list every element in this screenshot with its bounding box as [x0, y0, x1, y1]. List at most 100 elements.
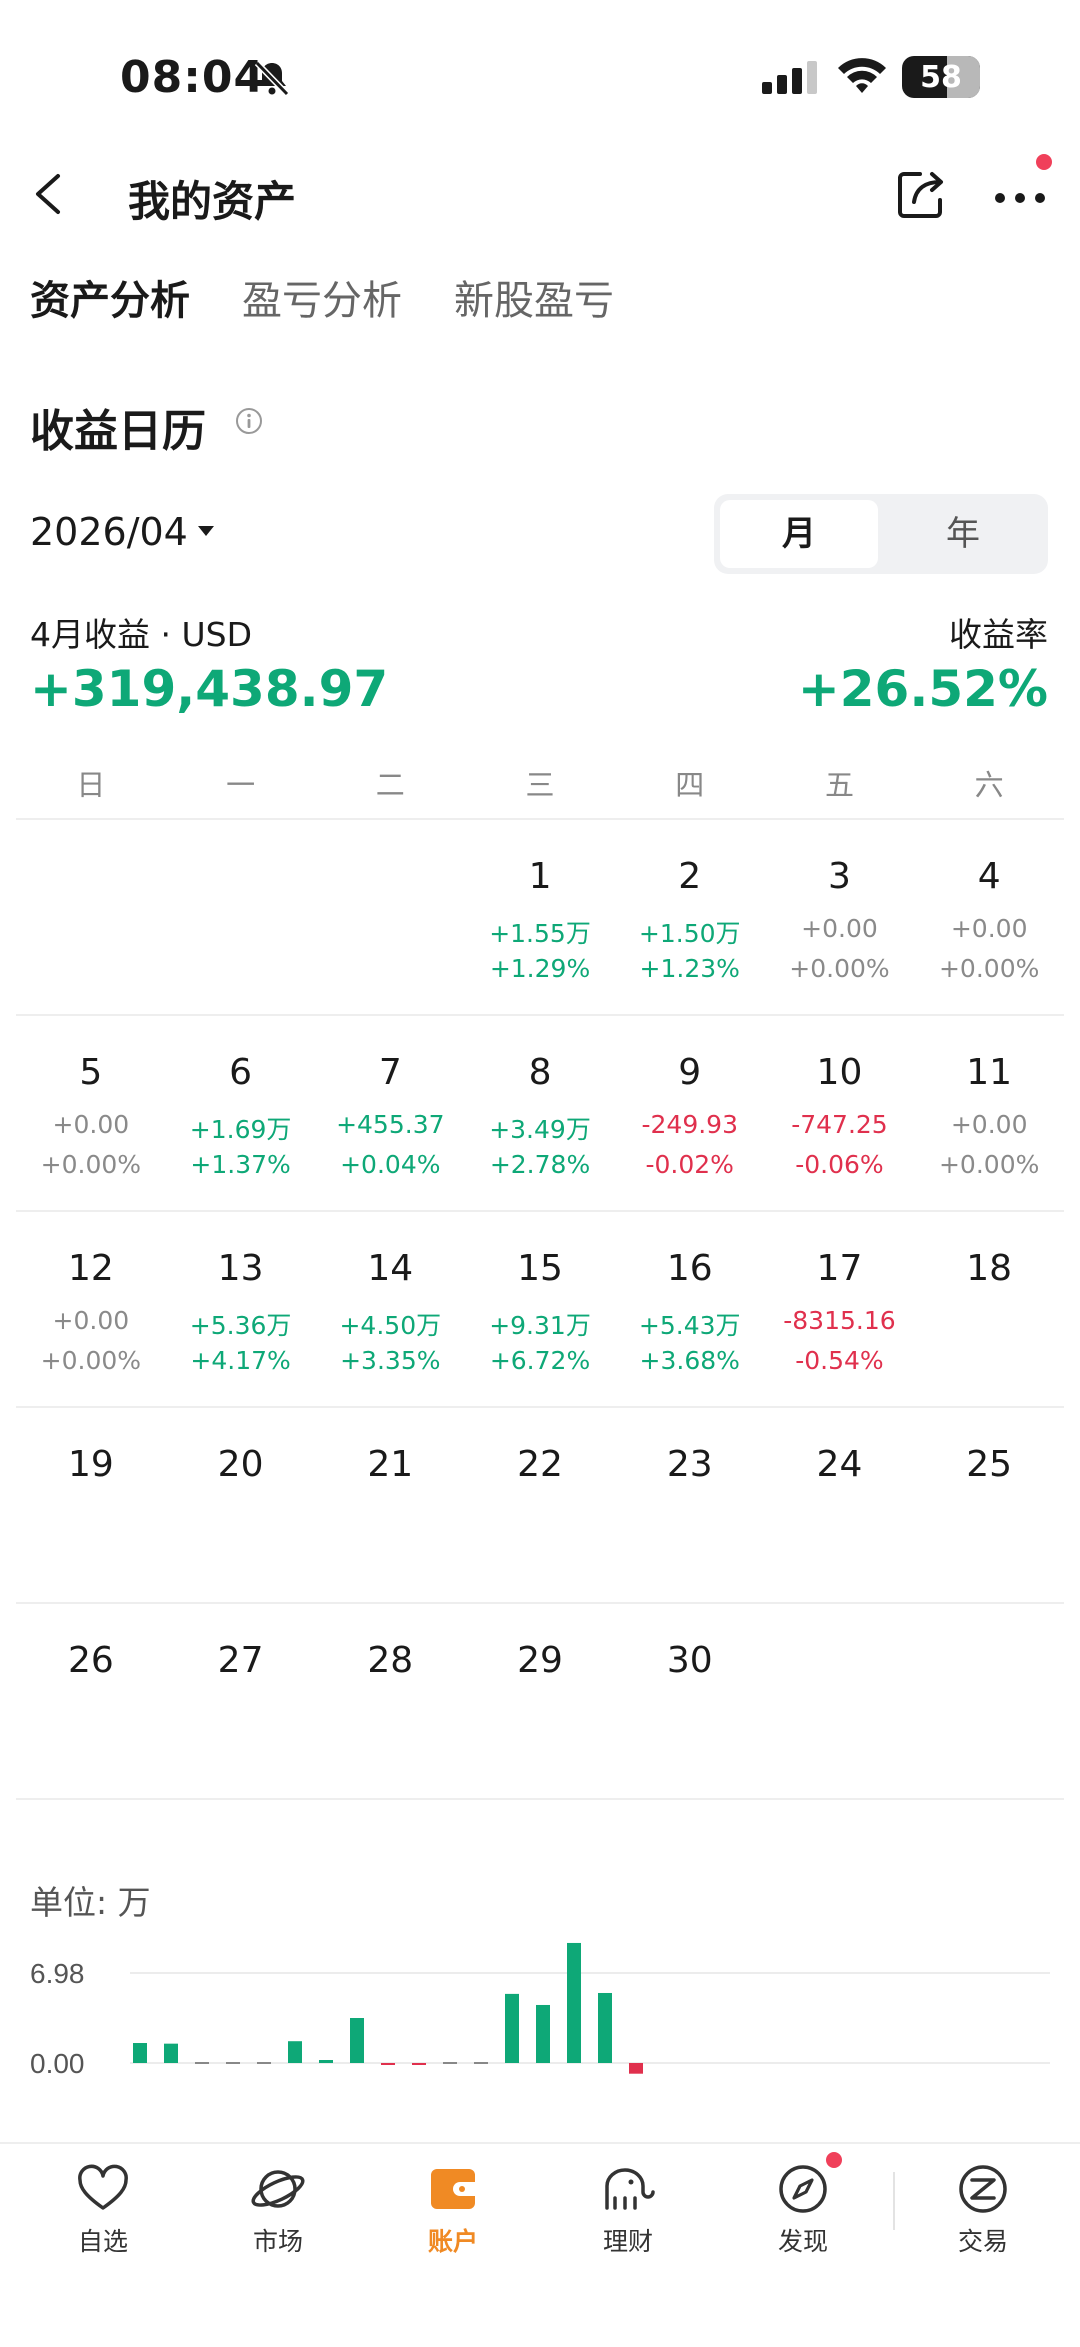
- date-selector[interactable]: 2026/04: [30, 510, 214, 554]
- calendar-day-cell[interactable]: 23: [615, 1406, 765, 1602]
- monthly-profit-label: 4月收益 · USD: [30, 615, 252, 654]
- calendar-day-number: 1: [528, 856, 552, 897]
- calendar-day-rate: +1.29%: [489, 954, 591, 983]
- calendar-day-profit: [914, 1698, 1064, 1728]
- calendar-day-rate: +0.00%: [938, 954, 1040, 983]
- calendar-day-cell[interactable]: 15 +9.31万 +6.72%: [465, 1210, 615, 1406]
- weekday-label: 五: [824, 768, 854, 802]
- calendar-day-cell[interactable]: 13 +5.36万 +4.17%: [166, 1210, 316, 1406]
- calendar-day-rate: [166, 1738, 316, 1768]
- chart-bar: [288, 2041, 302, 2063]
- y-tick-label: 6.98: [30, 1958, 85, 1989]
- share-icon[interactable]: [892, 164, 952, 224]
- calendar-day-rate: +1.37%: [190, 1150, 291, 1179]
- calendar-day-cell[interactable]: 2 +1.50万 +1.23%: [615, 818, 765, 1014]
- calendar-day-cell[interactable]: 30: [615, 1602, 765, 1798]
- calendar-day-cell[interactable]: 22: [465, 1406, 615, 1602]
- calendar-day-profit: [315, 1698, 465, 1728]
- wifi-icon: [838, 58, 886, 93]
- calendar-day-cell[interactable]: 26: [16, 1602, 166, 1798]
- calendar-day-cell[interactable]: 10 -747.25 -0.06%: [765, 1014, 915, 1210]
- info-icon[interactable]: [234, 406, 264, 436]
- calendar-day-cell[interactable]: 16 +5.43万 +3.68%: [615, 1210, 765, 1406]
- calendar-day-rate: +0.00%: [938, 1150, 1040, 1179]
- tab-ipo-profit[interactable]: 新股盈亏: [454, 268, 614, 338]
- toggle-year[interactable]: 年: [884, 500, 1042, 568]
- chart-bar: [164, 2043, 178, 2063]
- calendar-day-cell[interactable]: 12 +0.00 +0.00%: [16, 1210, 166, 1406]
- monthly-profit-value: +319,438.97: [30, 660, 389, 718]
- calendar-day-cell[interactable]: 18: [914, 1210, 1064, 1406]
- calendar-day-number: 27: [217, 1640, 264, 1681]
- calendar-day-cell: [166, 818, 316, 1014]
- calendar-day-number: 13: [217, 1248, 264, 1289]
- signal-icon: [762, 61, 817, 94]
- nav-divider: [893, 2172, 895, 2230]
- toggle-month[interactable]: 月: [720, 500, 878, 568]
- chart-bar: [257, 2062, 271, 2064]
- calendar-day-profit: [914, 1502, 1064, 1532]
- nav-label: 理财: [602, 2227, 653, 2256]
- calendar-day-cell[interactable]: 29: [465, 1602, 615, 1798]
- calendar-day-rate: +2.78%: [489, 1150, 591, 1179]
- calendar-day-number: 5: [79, 1052, 103, 1093]
- tab-profit-analysis[interactable]: 盈亏分析: [242, 268, 402, 338]
- nav-label: 交易: [957, 2227, 1008, 2256]
- nav-wealth[interactable]: 理财: [563, 2160, 693, 2258]
- trade-icon: [959, 2165, 1007, 2213]
- chart-bar: [567, 1942, 581, 2063]
- calendar-day-profit: [315, 914, 465, 944]
- calendar-day-cell[interactable]: 8 +3.49万 +2.78%: [465, 1014, 615, 1210]
- calendar-day-cell[interactable]: 25: [914, 1406, 1064, 1602]
- weekday-label: 六: [974, 768, 1004, 802]
- nav-discover[interactable]: 发现: [738, 2160, 868, 2258]
- profit-rate-label: 收益率: [949, 615, 1048, 654]
- calendar-day-rate: [615, 1738, 765, 1768]
- nav-account[interactable]: 账户: [388, 2160, 518, 2258]
- discover-badge-dot: [826, 2152, 842, 2168]
- calendar-day-cell[interactable]: 4 +0.00 +0.00%: [914, 818, 1064, 1014]
- nav-label: 发现: [777, 2227, 828, 2256]
- calendar-day-number: [166, 856, 316, 902]
- more-icon[interactable]: [990, 170, 1050, 220]
- calendar-day-rate: +0.00%: [789, 954, 890, 983]
- calendar-day-cell[interactable]: 21: [315, 1406, 465, 1602]
- calendar-day-cell[interactable]: 11 +0.00 +0.00%: [914, 1014, 1064, 1210]
- calendar-day-cell[interactable]: 27: [166, 1602, 316, 1798]
- calendar-day-cell[interactable]: 28: [315, 1602, 465, 1798]
- calendar-day-profit: -249.93: [641, 1110, 738, 1139]
- calendar-day-cell[interactable]: 17 -8315.16 -0.54%: [765, 1210, 915, 1406]
- chart-bar: [133, 2043, 147, 2063]
- calendar-day-number: 4: [977, 856, 1001, 897]
- battery-level: 58: [920, 60, 962, 95]
- calendar-day-number: [914, 1640, 1064, 1686]
- calendar-day-profit: [765, 1502, 915, 1532]
- calendar-day-rate: +3.68%: [639, 1346, 740, 1375]
- calendar-day-cell[interactable]: 5 +0.00 +0.00%: [16, 1014, 166, 1210]
- calendar-day-profit: +455.37: [336, 1110, 445, 1139]
- calendar-day-cell[interactable]: 6 +1.69万 +1.37%: [166, 1014, 316, 1210]
- calendar-day-cell[interactable]: 20: [166, 1406, 316, 1602]
- calendar-day-number: [16, 856, 166, 902]
- chart-bar: [381, 2063, 395, 2065]
- tab-asset-analysis[interactable]: 资产分析: [30, 268, 190, 338]
- calendar-day-profit: [16, 1502, 166, 1532]
- calendar-day-number: 26: [67, 1640, 114, 1681]
- calendar-day-cell[interactable]: 24: [765, 1406, 915, 1602]
- calendar-day-cell[interactable]: 7 +455.37 +0.04%: [315, 1014, 465, 1210]
- calendar-day-cell[interactable]: 19: [16, 1406, 166, 1602]
- back-arrow-icon[interactable]: [24, 166, 74, 222]
- calendar-day-rate: +3.35%: [340, 1346, 441, 1375]
- calendar-day-profit: +0.00: [950, 1110, 1028, 1139]
- calendar-day-cell[interactable]: 3 +0.00 +0.00%: [765, 818, 915, 1014]
- nav-trade[interactable]: 交易: [918, 2160, 1048, 2258]
- nav-watchlist[interactable]: 自选: [38, 2160, 168, 2258]
- heart-icon: [78, 2164, 128, 2210]
- calendar-day-rate: [765, 1738, 915, 1768]
- nav-market[interactable]: 市场: [213, 2160, 343, 2258]
- calendar-day-cell[interactable]: 1 +1.55万 +1.29%: [465, 818, 615, 1014]
- calendar-day-cell[interactable]: 9 -249.93 -0.02%: [615, 1014, 765, 1210]
- calendar-day-cell[interactable]: 14 +4.50万 +3.35%: [315, 1210, 465, 1406]
- calendar-day-cell: [765, 1602, 915, 1798]
- page-title: 我的资产: [128, 177, 297, 226]
